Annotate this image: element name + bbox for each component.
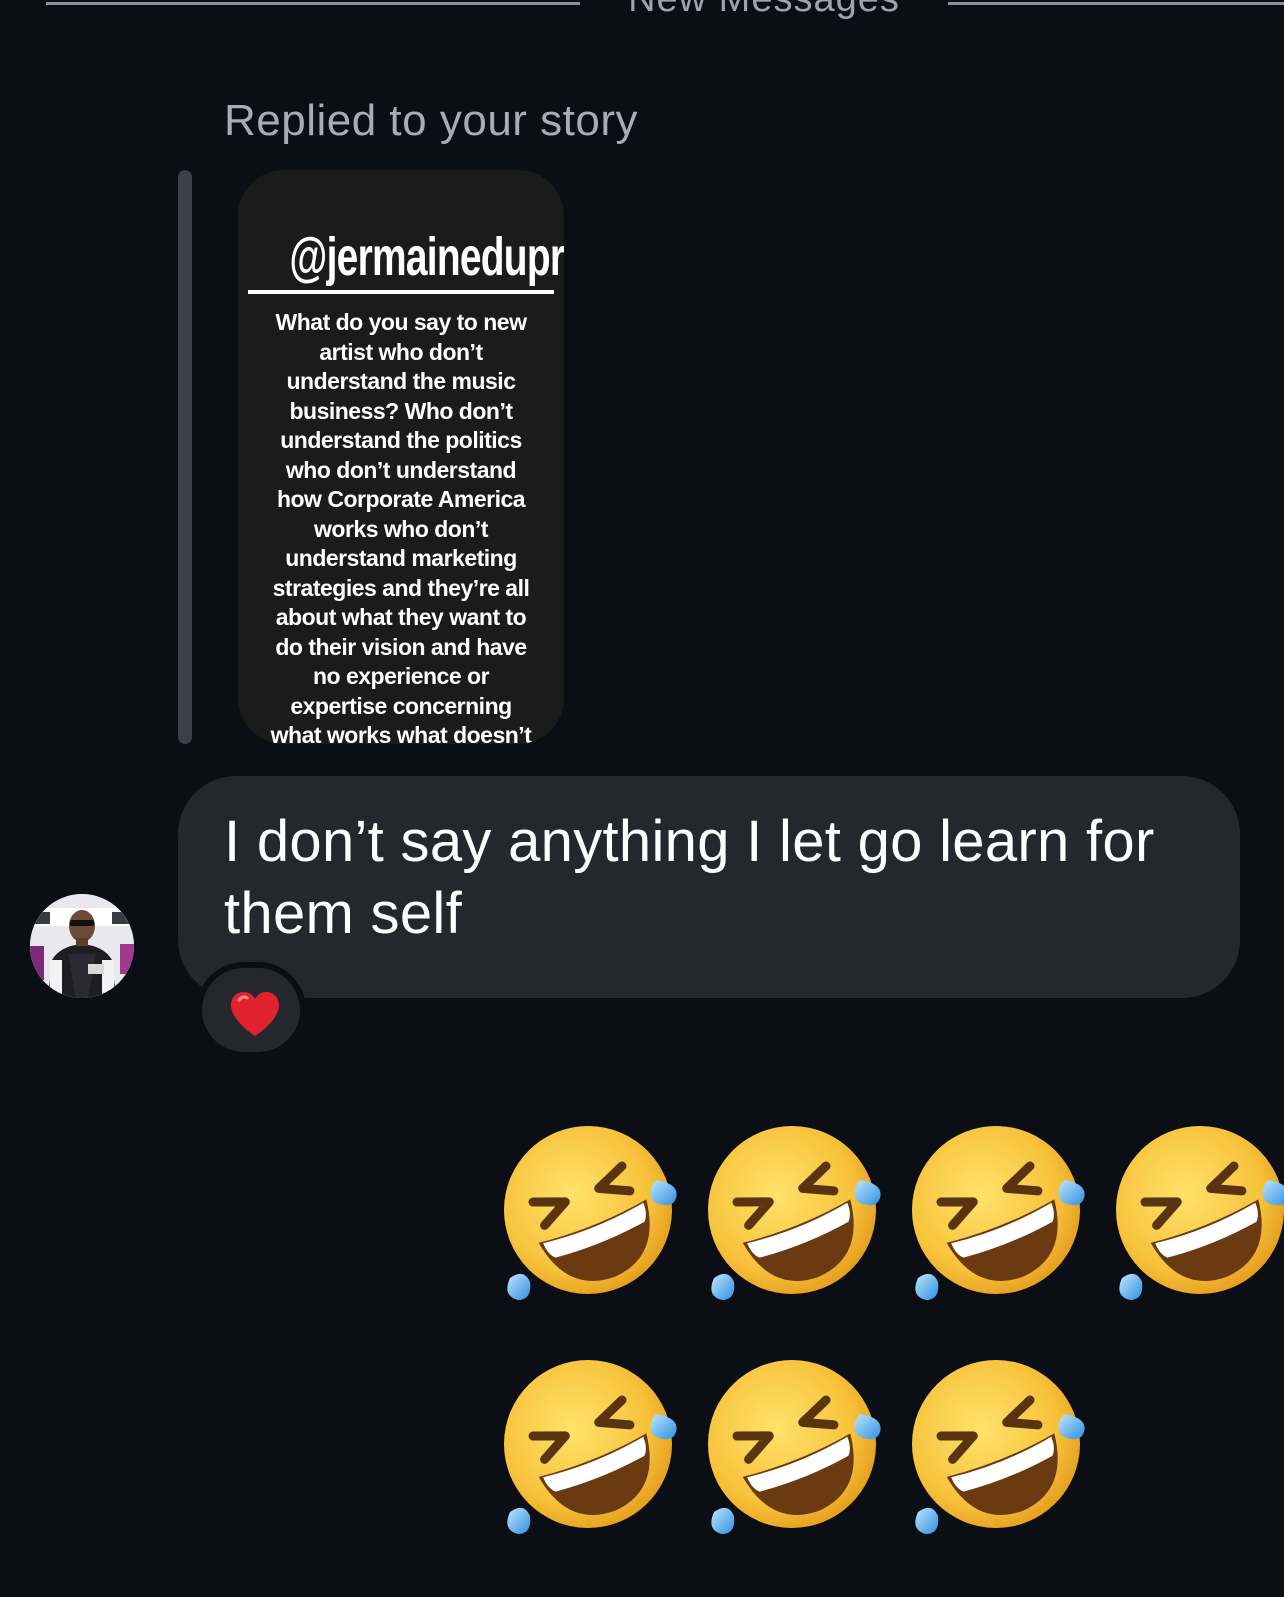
new-messages-divider-label: New Messages	[596, 0, 932, 21]
rolling-on-the-floor-laughing-emoji	[700, 1118, 884, 1302]
rolling-on-the-floor-laughing-emoji	[700, 1352, 884, 1536]
rolling-on-the-floor-laughing-emoji	[904, 1118, 1088, 1302]
divider-line-right	[948, 2, 1284, 5]
red-heart-icon	[231, 992, 279, 1036]
story-handle-underline	[248, 290, 554, 294]
rolling-on-the-floor-laughing-emoji	[1108, 1118, 1284, 1302]
divider-line-left	[46, 2, 580, 5]
sender-avatar[interactable]	[30, 894, 134, 998]
rolling-on-the-floor-laughing-emoji	[496, 1352, 680, 1536]
story-handle: @jermainedupri	[289, 227, 564, 287]
reaction-pill[interactable]	[196, 962, 306, 1058]
reply-context-label: Replied to your story	[224, 96, 639, 145]
quote-bar	[178, 170, 192, 744]
story-text: What do you say to new artist who don’t …	[270, 309, 532, 744]
message-text: I don’t say anything I let go learn for …	[224, 809, 1155, 946]
rolling-on-the-floor-laughing-emoji	[496, 1118, 680, 1302]
rolling-on-the-floor-laughing-emoji	[904, 1352, 1088, 1536]
story-preview-card[interactable]: @jermainedupri What do you say to new ar…	[238, 170, 564, 744]
avatar-image	[30, 894, 134, 998]
